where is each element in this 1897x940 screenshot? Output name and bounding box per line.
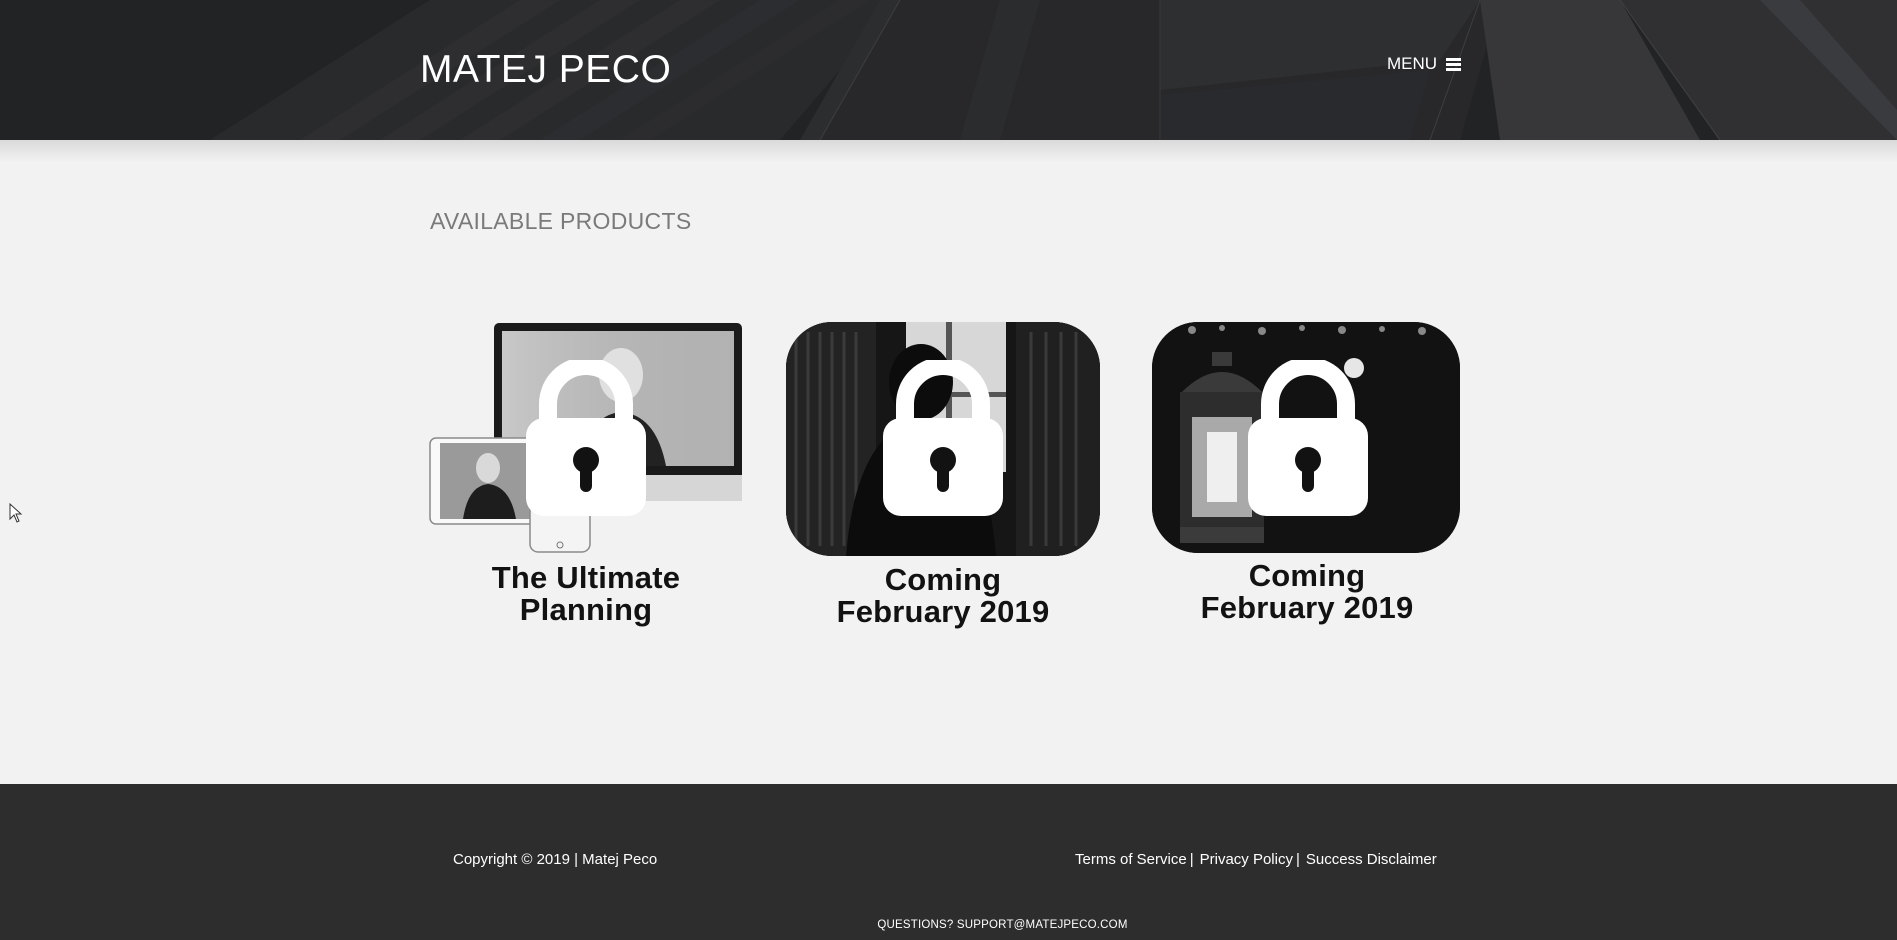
lock-icon <box>1248 360 1368 516</box>
product-title-line1: The Ultimate <box>491 560 681 595</box>
product-title: Coming February 2019 <box>1142 560 1472 624</box>
site-footer: Copyright © 2019 | Matej Peco Terms of S… <box>0 784 1897 940</box>
product-title: Coming February 2019 <box>778 564 1108 628</box>
site-header: MATEJ PECO MENU <box>0 0 1897 140</box>
product-card[interactable]: Coming February 2019 <box>786 322 1100 632</box>
header-background-image <box>0 0 1897 140</box>
terms-of-service-link[interactable]: Terms of Service <box>1075 851 1187 868</box>
separator: | <box>1189 851 1194 868</box>
product-title-line1: Coming <box>884 562 1002 597</box>
privacy-policy-link[interactable]: Privacy Policy <box>1200 851 1293 868</box>
product-title-line1: Coming <box>1248 558 1366 593</box>
support-email-link[interactable]: QUESTIONS? SUPPORT@MATEJPECO.COM <box>877 919 1127 931</box>
hamburger-icon <box>1446 57 1462 71</box>
product-title-line2: February 2019 <box>836 594 1050 629</box>
questions-contact: QUESTIONS? SUPPORT@MATEJPECO.COM <box>0 919 1897 931</box>
menu-button[interactable]: MENU <box>1387 54 1462 74</box>
menu-label: MENU <box>1387 54 1438 73</box>
lock-icon <box>883 360 1003 516</box>
success-disclaimer-link[interactable]: Success Disclaimer <box>1306 851 1437 868</box>
header-shadow <box>0 140 1897 162</box>
lock-icon <box>526 360 646 516</box>
copyright-text: Copyright © 2019 | Matej Peco <box>453 851 658 868</box>
footer-links: Terms of Service | Privacy Policy | Succ… <box>1075 851 1437 868</box>
product-card[interactable]: The Ultimate Planning <box>428 320 744 630</box>
mouse-cursor-icon <box>9 503 23 523</box>
product-title-line2: February 2019 <box>1200 590 1414 625</box>
site-logo-text[interactable]: MATEJ PECO <box>420 48 671 92</box>
separator: | <box>1295 851 1300 868</box>
product-title: The Ultimate Planning <box>421 562 751 626</box>
product-title-line2: Planning <box>519 592 653 627</box>
product-card[interactable]: Coming February 2019 <box>1152 322 1460 632</box>
section-title: AVAILABLE PRODUCTS <box>430 208 692 234</box>
